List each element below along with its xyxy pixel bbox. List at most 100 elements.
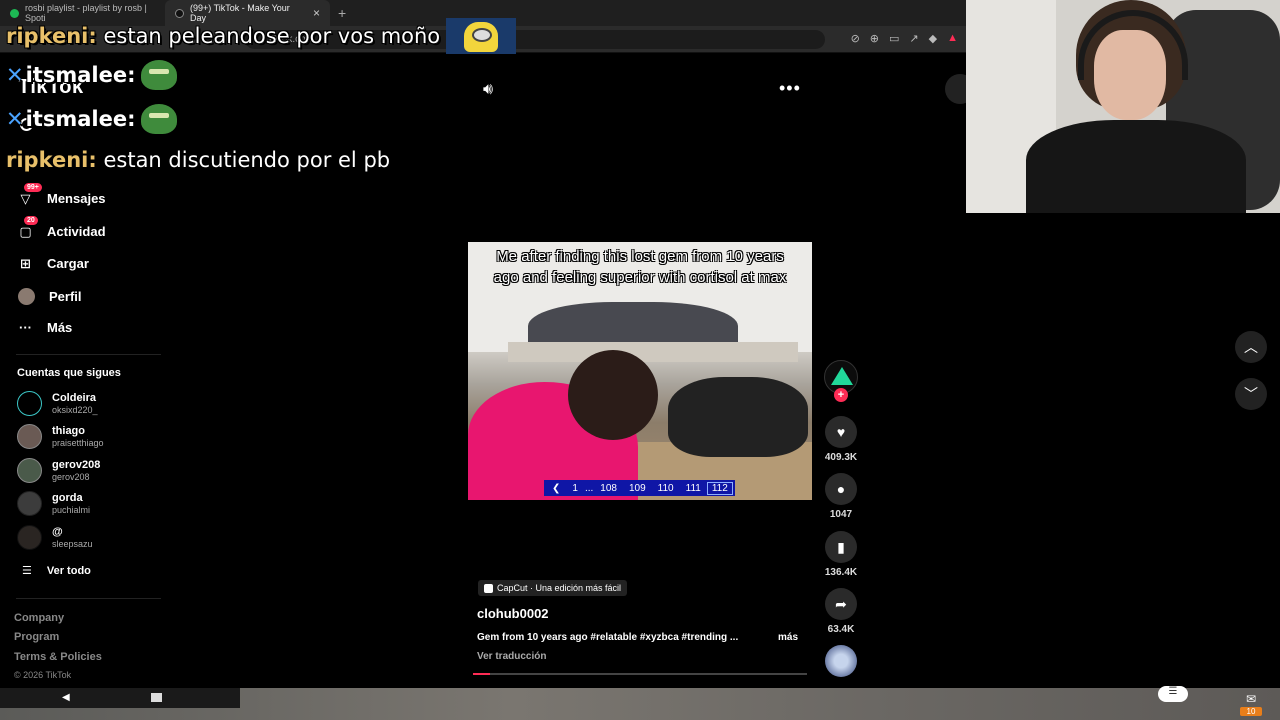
more-options-icon[interactable]: ••• bbox=[779, 78, 801, 99]
page-item[interactable]: 1 bbox=[566, 483, 584, 494]
author-name[interactable]: clohub0002 bbox=[477, 606, 549, 621]
account-handle: sleepsazu bbox=[52, 538, 93, 549]
video-desk bbox=[508, 342, 798, 362]
next-video-button[interactable]: ﹀ bbox=[1235, 378, 1267, 410]
avatar bbox=[17, 491, 42, 516]
follow-plus-icon[interactable]: + bbox=[834, 388, 848, 402]
verified-icon: ✕ bbox=[6, 63, 24, 87]
comment-icon[interactable]: ● bbox=[825, 473, 857, 505]
account-handle: oksixd220_ bbox=[52, 404, 98, 415]
avatar bbox=[17, 424, 42, 449]
block-icon[interactable]: ⊘ bbox=[851, 32, 860, 45]
video-progress[interactable] bbox=[473, 673, 807, 675]
shield-icon[interactable]: ◆ bbox=[929, 32, 937, 45]
sidebar-item-label: Cargar bbox=[47, 256, 89, 271]
chat-line: ripkeni: estan peleandose por vos moño bbox=[6, 18, 517, 54]
account-item[interactable]: gorda puchialmi bbox=[17, 491, 90, 516]
cast-icon[interactable]: ▭ bbox=[889, 32, 899, 45]
back-arrow-icon[interactable]: ◀ bbox=[62, 692, 70, 703]
save-action[interactable]: ▮ 136.4K bbox=[824, 531, 858, 578]
following-heading: Cuentas que sigues bbox=[17, 367, 121, 379]
extension-icon[interactable]: ▲ bbox=[947, 32, 958, 45]
chevron-up-icon: ︿ bbox=[1244, 339, 1258, 355]
account-handle: praisetthiago bbox=[52, 437, 104, 448]
share-arrow-icon[interactable]: ➦ bbox=[825, 588, 857, 620]
chevron-down-icon: ﹀ bbox=[1244, 386, 1258, 402]
account-name: @ bbox=[52, 525, 63, 538]
chat-message: estan discutiendo por el pb bbox=[103, 148, 391, 172]
account-handle: gerov208 bbox=[52, 471, 90, 482]
comment-count: 1047 bbox=[829, 509, 853, 520]
account-name: thiago bbox=[52, 424, 85, 437]
page-item[interactable]: 110 bbox=[652, 483, 680, 494]
activity-icon: ▢ 20 bbox=[18, 216, 38, 239]
more-button[interactable]: más bbox=[778, 632, 798, 643]
chat-line: ripkeni: estan discutiendo por el pb bbox=[6, 148, 390, 172]
share-icon[interactable]: ↗ bbox=[909, 32, 918, 45]
previous-video-button[interactable]: ︿ bbox=[1235, 331, 1267, 363]
account-item[interactable]: Coldeira oksixd220_ bbox=[17, 391, 98, 416]
sidebar-item-label: Actividad bbox=[47, 224, 106, 239]
account-item[interactable]: thiago praisetthiago bbox=[17, 424, 104, 449]
sidebar-item-actividad[interactable]: ▢ 20 Actividad bbox=[18, 216, 106, 239]
progress-fill bbox=[473, 673, 490, 675]
account-handle: puchialmi bbox=[52, 504, 91, 515]
profile-icon bbox=[18, 288, 35, 305]
sidebar-item-mas[interactable]: ··· Más bbox=[18, 320, 72, 335]
save-count: 136.4K bbox=[824, 567, 858, 578]
capcut-icon bbox=[484, 583, 493, 593]
copyright: © 2026 TikTok bbox=[14, 670, 72, 680]
account-name: Coldeira bbox=[52, 391, 97, 404]
footer-link-program[interactable]: Program bbox=[14, 631, 59, 643]
sidebar-item-label: Perfil bbox=[49, 289, 82, 304]
heart-icon[interactable]: ♥ bbox=[825, 416, 857, 448]
sidebar-item-cargar[interactable]: ⊞ Cargar bbox=[18, 256, 89, 272]
chat-username: ripkeni: bbox=[6, 24, 97, 48]
badge: 99+ bbox=[24, 183, 42, 192]
sidebar-item-perfil[interactable]: Perfil bbox=[18, 288, 82, 305]
taskbar: ◀ bbox=[0, 688, 1280, 720]
webcam-overlay bbox=[966, 0, 1280, 213]
zoom-icon[interactable]: ⊕ bbox=[870, 32, 879, 45]
settings-toggle-icon[interactable]: ☰ bbox=[1158, 686, 1188, 702]
prev-page-icon[interactable]: ❮ bbox=[546, 483, 566, 494]
mail-icon[interactable]: ✉ 10 bbox=[1240, 692, 1262, 718]
music-disc-icon[interactable] bbox=[825, 645, 857, 677]
browser-toolbar: ⊘ ⊕ ▭ ↗ ◆ ▲ bbox=[851, 32, 958, 45]
share-action[interactable]: ➦ 63.4K bbox=[824, 588, 858, 635]
divider bbox=[16, 598, 161, 599]
sidebar-item-mensajes[interactable]: ▽ 99+ Mensajes bbox=[18, 183, 106, 206]
bookmark-icon[interactable]: ▮ bbox=[825, 531, 857, 563]
translate-link[interactable]: Ver traducción bbox=[477, 651, 546, 662]
comment-action[interactable]: ● 1047 bbox=[824, 473, 858, 520]
see-all-label: Ver todo bbox=[46, 564, 91, 577]
creator-logo-icon bbox=[831, 367, 853, 385]
account-item[interactable]: @ sleepsazu bbox=[17, 525, 93, 550]
page-item-current[interactable]: 112 bbox=[706, 481, 733, 495]
page-item[interactable]: 108 bbox=[594, 483, 623, 494]
like-action[interactable]: ♥ 409.3K bbox=[824, 416, 858, 463]
sidebar-item-label: Mensajes bbox=[47, 191, 106, 206]
more-icon: ··· bbox=[19, 320, 32, 335]
video-description: Gem from 10 years ago #relatable #xyzbca… bbox=[477, 632, 739, 643]
account-item[interactable]: gerov208 gerov208 bbox=[17, 458, 100, 483]
capcut-badge[interactable]: CapCut · Una edición más fácil bbox=[478, 580, 628, 596]
footer-link-terms[interactable]: Terms & Policies bbox=[14, 651, 102, 663]
avatar bbox=[17, 458, 42, 483]
mail-count: 10 bbox=[1240, 707, 1262, 716]
sidebar-item-label: Más bbox=[47, 320, 73, 335]
chat-username: itsmalee: bbox=[25, 107, 136, 131]
page-item[interactable]: 111 bbox=[680, 483, 707, 494]
list-icon: ☰ bbox=[22, 565, 32, 577]
chat-line: ✕ itsmalee: bbox=[6, 60, 178, 90]
video-player[interactable]: Me after finding this lost gem from 10 y… bbox=[468, 242, 812, 500]
window-icon[interactable] bbox=[151, 693, 162, 702]
avatar bbox=[17, 391, 42, 416]
video-bag bbox=[668, 377, 808, 457]
volume-icon[interactable]: 🔊︎ bbox=[483, 81, 493, 99]
page-item[interactable]: 109 bbox=[623, 483, 652, 494]
share-count: 63.4K bbox=[827, 624, 855, 635]
account-name: gerov208 bbox=[52, 458, 101, 471]
see-all-link[interactable]: ☰ Ver todo bbox=[22, 564, 91, 578]
footer-link-company[interactable]: Company bbox=[14, 612, 64, 624]
